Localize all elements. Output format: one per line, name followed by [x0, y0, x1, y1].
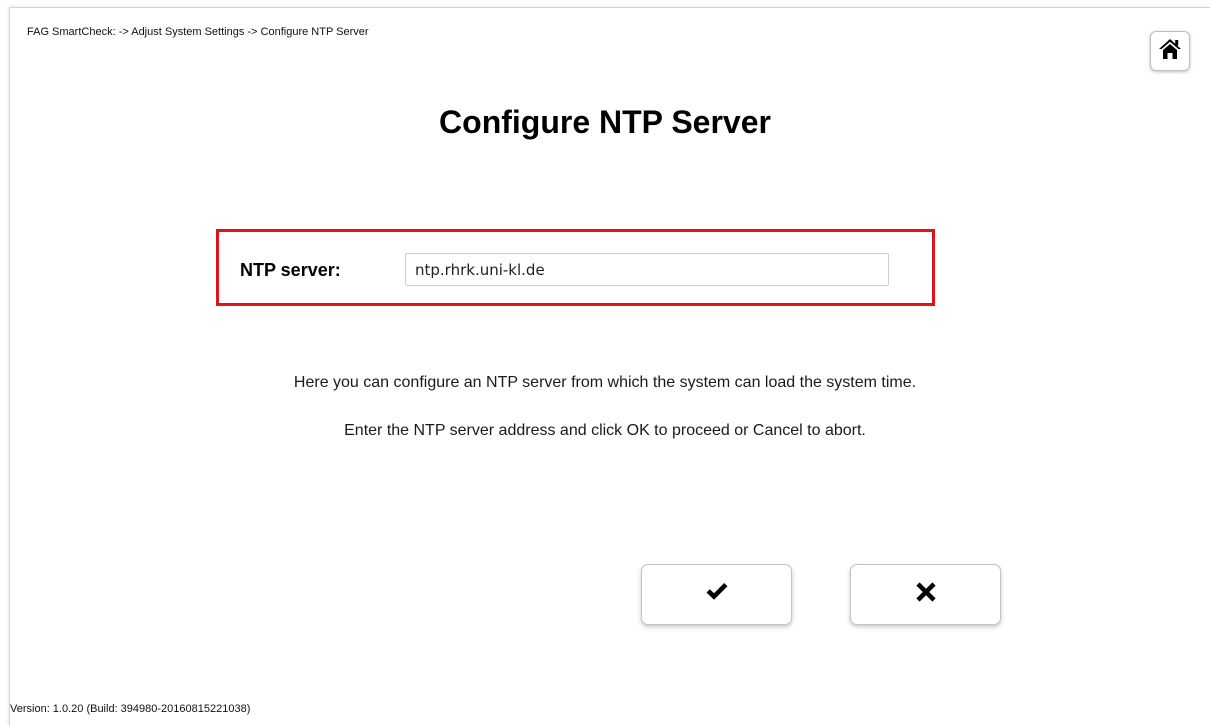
breadcrumb: FAG SmartCheck: -> Adjust System Setting…: [27, 26, 369, 38]
description-text-2: Enter the NTP server address and click O…: [344, 422, 866, 439]
description: Here you can configure an NTP server fro…: [0, 372, 1210, 441]
home-button[interactable]: [1150, 31, 1190, 71]
ntp-server-label: NTP server:: [240, 260, 341, 280]
checkmark-icon: [705, 582, 729, 607]
x-icon: [915, 581, 937, 608]
cancel-button[interactable]: [850, 564, 1001, 625]
version-text: Version: 1.0.20 (Build: 394980-201608152…: [10, 703, 251, 715]
home-icon: [1158, 38, 1182, 65]
page-title: Configure NTP Server: [439, 104, 771, 140]
ok-button[interactable]: [641, 564, 792, 625]
ntp-server-input[interactable]: [405, 253, 889, 286]
description-text-1: Here you can configure an NTP server fro…: [293, 374, 917, 391]
